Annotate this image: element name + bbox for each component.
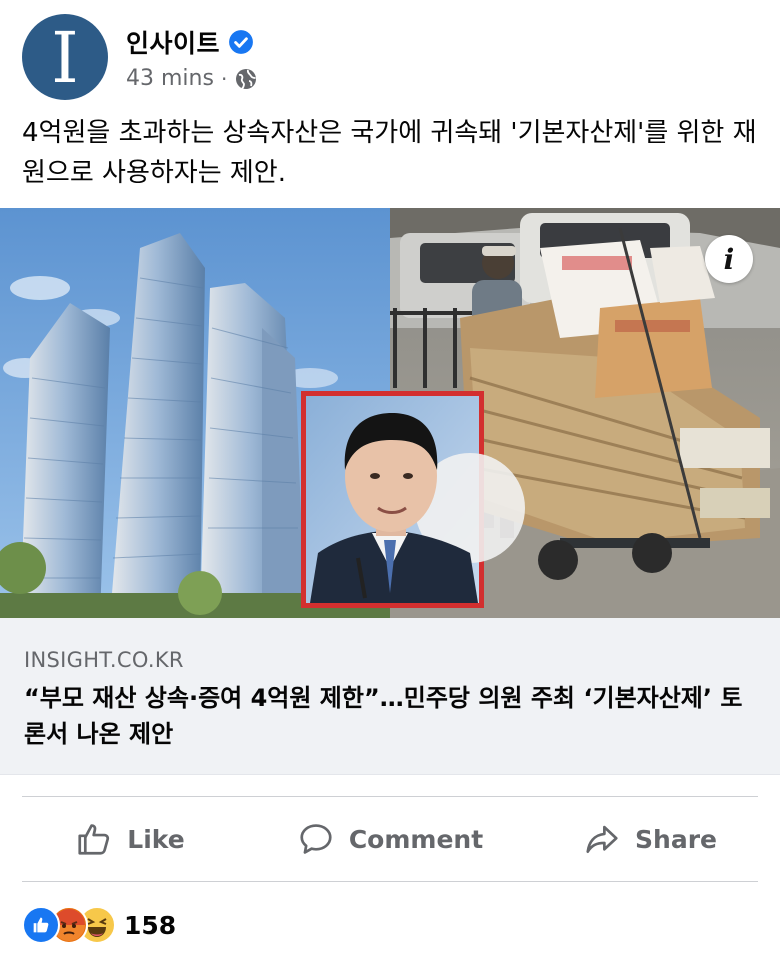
link-domain: INSIGHT.CO.KR (24, 648, 184, 672)
page-name-row: 인사이트 (126, 24, 254, 60)
post-header: I 인사이트 43 mins · (22, 14, 762, 102)
link-preview[interactable]: INSIGHT.CO.KR “부모 재산 상속·증여 4억원 제한”…민주당 의… (0, 618, 780, 775)
reaction-count: 158 (124, 910, 177, 940)
post-timestamp[interactable]: 43 mins (126, 66, 214, 91)
post-meta: 43 mins · (126, 66, 258, 91)
comment-label: Comment (348, 824, 484, 854)
like-button[interactable]: Like (0, 797, 260, 881)
link-title[interactable]: “부모 재산 상속·증여 4억원 제한”…민주당 의원 주최 ‘기본자산제’ 토… (24, 680, 764, 752)
page-name[interactable]: 인사이트 (126, 24, 220, 60)
comment-icon (300, 824, 332, 854)
like-icon (22, 906, 60, 944)
info-button[interactable]: i (705, 235, 753, 283)
page-avatar[interactable]: I (22, 14, 108, 100)
thumbs-up-icon (78, 824, 110, 855)
post-text: 4억원을 초과하는 상속자산은 국가에 귀속돼 '기본자산제'를 위한 재원으로… (22, 118, 757, 188)
share-label: Share (635, 824, 717, 854)
globe-icon[interactable] (234, 67, 258, 91)
post-image[interactable]: i (0, 208, 780, 618)
actions-divider-bottom (22, 881, 758, 882)
post-actions: Like Comment Share (0, 797, 780, 881)
like-label: Like (127, 824, 185, 854)
share-button[interactable]: Share (520, 797, 780, 881)
meta-separator: · (220, 66, 228, 91)
verified-badge-icon (228, 29, 254, 55)
image-illustration (0, 208, 780, 618)
share-arrow-icon (586, 825, 618, 854)
comment-button[interactable]: Comment (260, 797, 520, 881)
reactions-summary[interactable]: 158 (22, 903, 176, 947)
avatar-letter: I (51, 17, 79, 99)
